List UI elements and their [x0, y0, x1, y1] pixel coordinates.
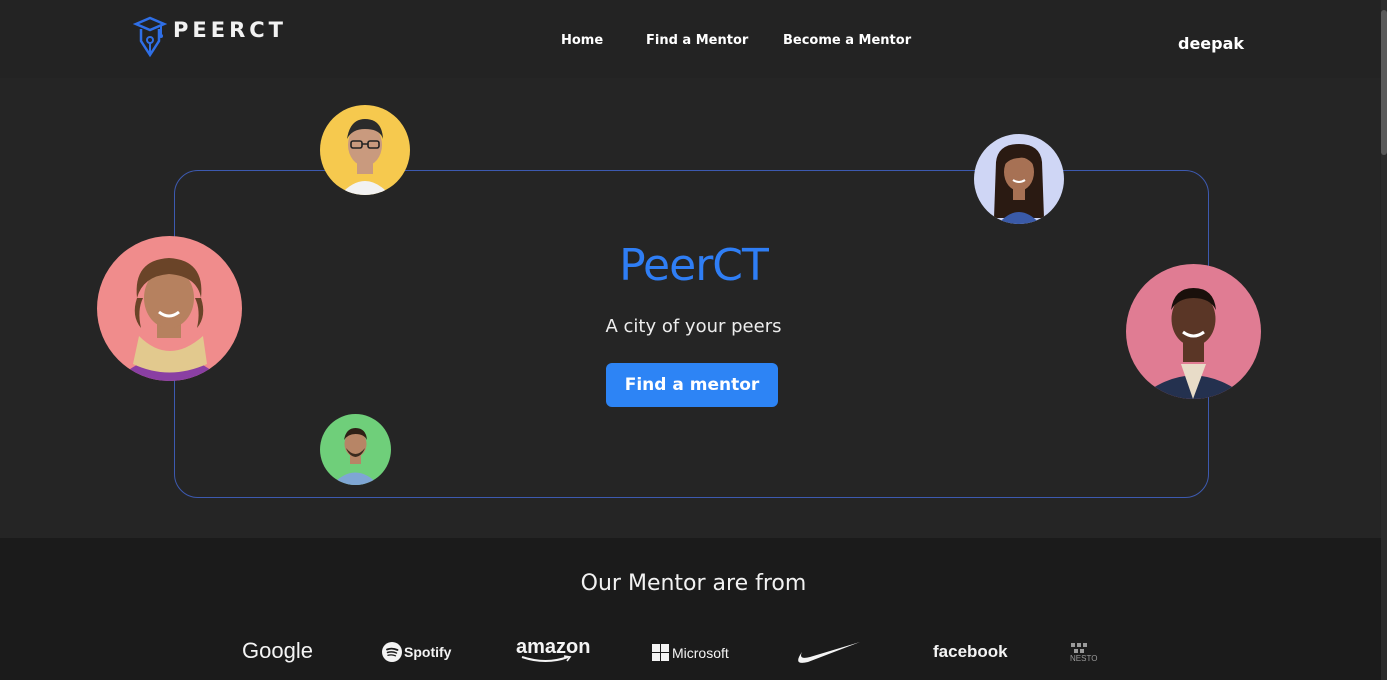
page-scrollbar[interactable]	[1381, 0, 1387, 680]
nike-logo	[794, 640, 862, 666]
mentor-avatar-man-blue-shirt	[320, 414, 391, 485]
google-logo-text: Google	[242, 638, 313, 663]
nesto-logo: NESTO	[1070, 642, 1097, 663]
mentor-companies-section: Our Mentor are from Google Spotify amazo…	[0, 538, 1387, 680]
nesto-emblem-icon	[1071, 643, 1087, 653]
mentor-avatar-woman-glasses	[320, 105, 410, 195]
brand-logo[interactable]: PEERCT	[133, 15, 287, 59]
facebook-logo-text: facebook	[933, 642, 1008, 661]
mentor-avatar-woman-long-hair	[974, 134, 1064, 224]
top-navbar: PEERCT Home Find a Mentor Become a Mento…	[0, 0, 1387, 78]
spotify-logo: Spotify	[382, 642, 451, 662]
microsoft-logo: Microsoft	[652, 644, 729, 661]
amazon-smile-icon	[521, 655, 572, 662]
spotify-icon	[382, 642, 402, 662]
graduation-pen-icon	[133, 16, 167, 58]
amazon-logo: amazon	[516, 636, 590, 663]
facebook-logo: facebook	[933, 642, 1008, 662]
spotify-logo-text: Spotify	[404, 644, 452, 660]
nav-find-a-mentor[interactable]: Find a Mentor	[646, 33, 748, 48]
find-a-mentor-button[interactable]: Find a mentor	[606, 363, 778, 407]
logo-text: PEERCT	[173, 18, 287, 42]
scrollbar-thumb[interactable]	[1381, 10, 1387, 155]
nike-swoosh-icon	[798, 642, 860, 663]
mentor-avatar-man-blazer	[1126, 264, 1261, 399]
mentor-avatar-woman-scarf	[97, 236, 242, 381]
companies-title: Our Mentor are from	[580, 571, 807, 596]
microsoft-windows-icon	[652, 644, 669, 661]
user-menu[interactable]: deepak	[1178, 34, 1244, 53]
google-logo: Google	[242, 638, 313, 664]
nesto-logo-text: NESTO	[1070, 654, 1098, 663]
nav-become-a-mentor[interactable]: Become a Mentor	[783, 33, 911, 48]
microsoft-logo-text: Microsoft	[672, 644, 729, 661]
nav-home[interactable]: Home	[561, 33, 603, 48]
